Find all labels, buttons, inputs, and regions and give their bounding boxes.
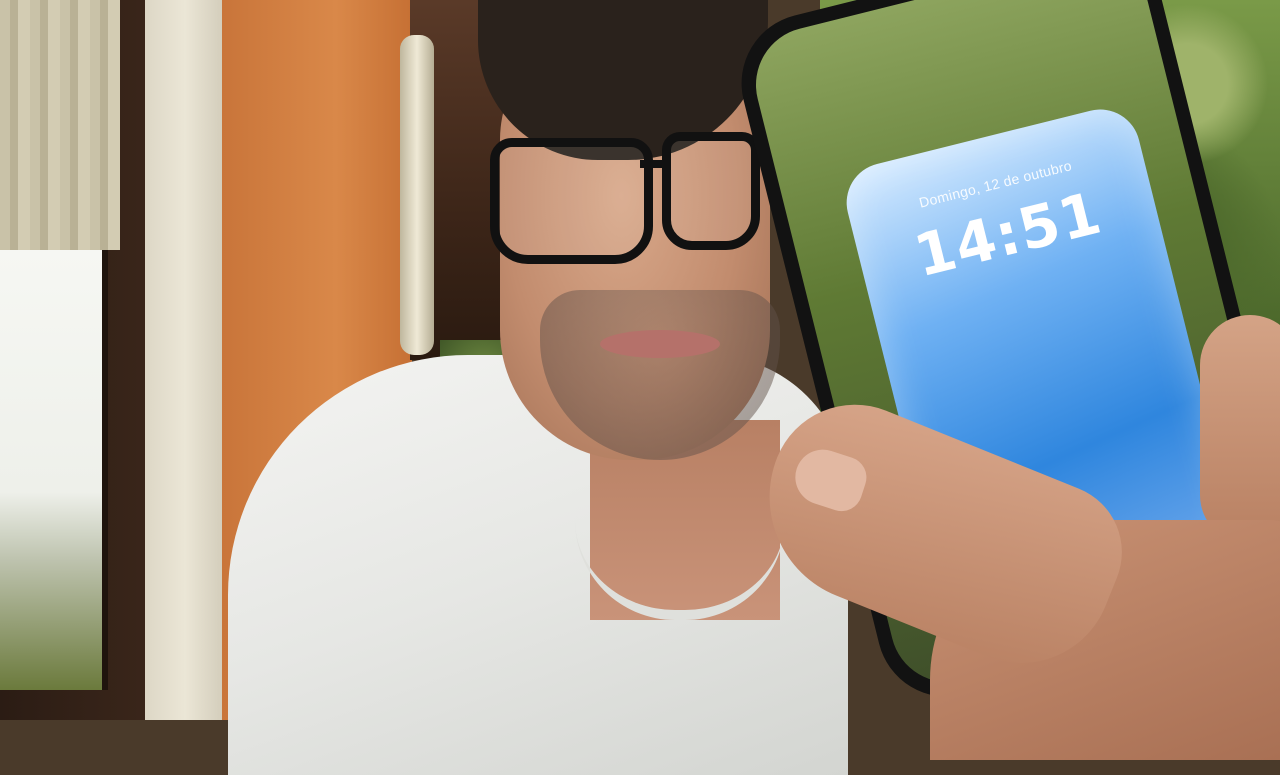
curtain [0,0,120,250]
glasses-right-lens [662,132,760,250]
white-pillar [145,0,225,720]
mouth [600,330,720,358]
wooden-baluster [400,35,434,355]
index-finger [1200,315,1280,545]
window-glass [0,250,108,690]
photo-scene: Domingo, 12 de outubro 14:51 [0,0,1280,775]
glasses-left-lens [490,138,653,264]
